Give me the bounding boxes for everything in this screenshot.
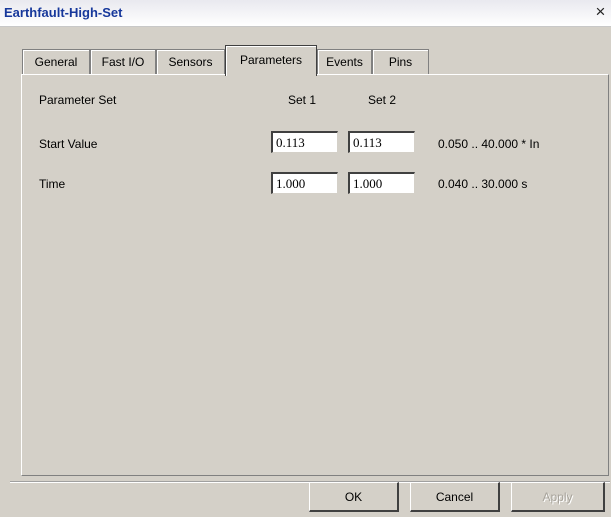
set2-column-header: Set 2 — [368, 93, 397, 107]
ok-button[interactable]: OK — [309, 482, 399, 512]
start-value-range: 0.050 .. 40.000 * In — [438, 137, 540, 151]
tab-events[interactable]: Events — [317, 49, 372, 75]
tab-pins[interactable]: Pins — [372, 49, 429, 75]
close-icon[interactable]: × — [592, 3, 609, 21]
start-value-set1-input[interactable] — [271, 131, 338, 153]
title-bar: Earthfault-High-Set × — [0, 0, 611, 27]
time-label: Time — [39, 177, 66, 191]
cancel-button[interactable]: Cancel — [410, 482, 500, 512]
start-value-label: Start Value — [39, 137, 98, 151]
time-set2-input[interactable] — [348, 172, 415, 194]
window-title: Earthfault-High-Set — [4, 5, 123, 20]
tab-sensors[interactable]: Sensors — [156, 49, 225, 75]
apply-button[interactable]: Apply — [511, 482, 605, 512]
tab-general[interactable]: General — [22, 49, 90, 75]
tab-fast-io[interactable]: Fast I/O — [90, 49, 156, 75]
time-set1-input[interactable] — [271, 172, 338, 194]
time-range: 0.040 .. 30.000 s — [438, 177, 528, 191]
set1-column-header: Set 1 — [288, 93, 317, 107]
start-value-set2-input[interactable] — [348, 131, 415, 153]
parameter-set-label: Parameter Set — [39, 93, 117, 107]
tab-parameters[interactable]: Parameters — [225, 45, 317, 76]
